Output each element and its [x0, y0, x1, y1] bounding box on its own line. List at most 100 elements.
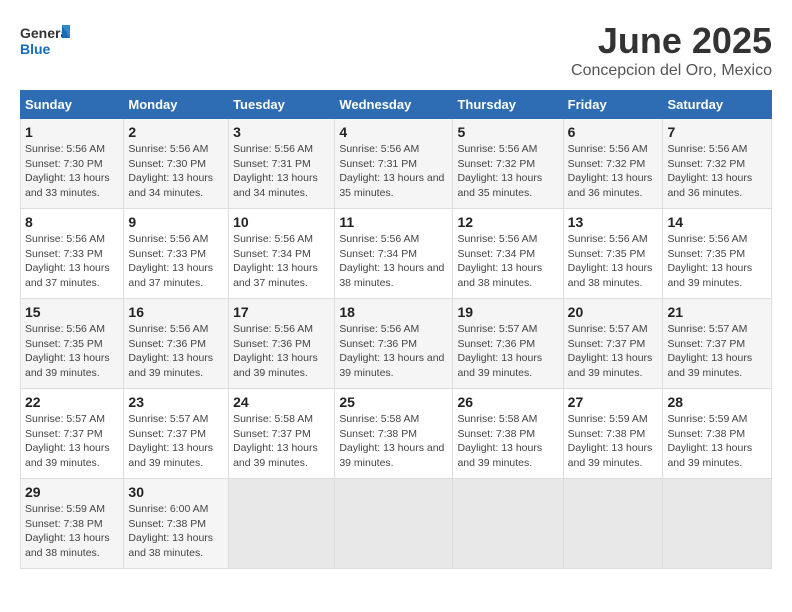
- day-info: Sunrise: 5:57 AMSunset: 7:37 PMDaylight:…: [25, 412, 119, 471]
- day-info: Sunrise: 5:59 AMSunset: 7:38 PMDaylight:…: [25, 502, 119, 561]
- day-number: 3: [233, 124, 330, 140]
- table-row: 4 Sunrise: 5:56 AMSunset: 7:31 PMDaylight…: [335, 119, 453, 209]
- day-number: 27: [568, 394, 659, 410]
- day-number: 1: [25, 124, 119, 140]
- day-info: Sunrise: 5:59 AMSunset: 7:38 PMDaylight:…: [667, 412, 767, 471]
- day-number: 14: [667, 214, 767, 230]
- day-info: Sunrise: 5:57 AMSunset: 7:37 PMDaylight:…: [667, 322, 767, 381]
- table-row: 17 Sunrise: 5:56 AMSunset: 7:36 PMDayligh…: [229, 299, 335, 389]
- table-row: 21 Sunrise: 5:57 AMSunset: 7:37 PMDayligh…: [663, 299, 772, 389]
- table-row: 16 Sunrise: 5:56 AMSunset: 7:36 PMDayligh…: [124, 299, 229, 389]
- table-row: 18Sunrise: 5:56 AMSunset: 7:36 PMDayligh…: [335, 299, 453, 389]
- table-row: 23 Sunrise: 5:57 AMSunset: 7:37 PMDayligh…: [124, 389, 229, 479]
- day-info: Sunrise: 5:56 AMSunset: 7:36 PMDaylight:…: [339, 322, 448, 381]
- day-info: Sunrise: 5:56 AMSunset: 7:36 PMDaylight:…: [233, 322, 330, 381]
- table-row: 11Sunrise: 5:56 AMSunset: 7:34 PMDayligh…: [335, 209, 453, 299]
- title-section: June 2025 Concepcion del Oro, Mexico: [571, 20, 772, 80]
- day-info: Sunrise: 5:56 AMSunset: 7:34 PMDaylight:…: [457, 232, 558, 291]
- main-title: June 2025: [571, 20, 772, 62]
- calendar-week-row: 1 Sunrise: 5:56 AMSunset: 7:30 PMDaylight…: [21, 119, 772, 209]
- day-number: 20: [568, 304, 659, 320]
- day-number: 28: [667, 394, 767, 410]
- table-row: 9Sunrise: 5:56 AMSunset: 7:33 PMDaylight…: [124, 209, 229, 299]
- table-row: 8Sunrise: 5:56 AMSunset: 7:33 PMDaylight…: [21, 209, 124, 299]
- day-info: Sunrise: 5:56 AMSunset: 7:35 PMDaylight:…: [25, 322, 119, 381]
- day-number: 11: [339, 214, 448, 230]
- table-row: 25 Sunrise: 5:58 AMSunset: 7:38 PMDayligh…: [335, 389, 453, 479]
- day-info: Sunrise: 5:58 AMSunset: 7:38 PMDaylight:…: [457, 412, 558, 471]
- table-row: 29 Sunrise: 5:59 AMSunset: 7:38 PMDayligh…: [21, 479, 124, 569]
- day-number: 5: [457, 124, 558, 140]
- calendar-week-row: 29 Sunrise: 5:59 AMSunset: 7:38 PMDayligh…: [21, 479, 772, 569]
- calendar-week-row: 15Sunrise: 5:56 AMSunset: 7:35 PMDayligh…: [21, 299, 772, 389]
- day-number: 23: [128, 394, 224, 410]
- table-row: [663, 479, 772, 569]
- day-info: Sunrise: 5:56 AMSunset: 7:35 PMDaylight:…: [568, 232, 659, 291]
- day-info: Sunrise: 5:57 AMSunset: 7:36 PMDaylight:…: [457, 322, 558, 381]
- logo-graphic: General Blue: [20, 20, 70, 70]
- day-number: 29: [25, 484, 119, 500]
- calendar-week-row: 8Sunrise: 5:56 AMSunset: 7:33 PMDaylight…: [21, 209, 772, 299]
- day-number: 6: [568, 124, 659, 140]
- day-number: 8: [25, 214, 119, 230]
- table-row: 22Sunrise: 5:57 AMSunset: 7:37 PMDayligh…: [21, 389, 124, 479]
- table-row: 3 Sunrise: 5:56 AMSunset: 7:31 PMDaylight…: [229, 119, 335, 209]
- day-number: 9: [128, 214, 224, 230]
- day-info: Sunrise: 5:56 AMSunset: 7:31 PMDaylight:…: [339, 142, 448, 201]
- table-row: 26 Sunrise: 5:58 AMSunset: 7:38 PMDayligh…: [453, 389, 563, 479]
- calendar-header-row: Sunday Monday Tuesday Wednesday Thursday…: [21, 91, 772, 119]
- table-row: 1 Sunrise: 5:56 AMSunset: 7:30 PMDaylight…: [21, 119, 124, 209]
- table-row: 2Sunrise: 5:56 AMSunset: 7:30 PMDaylight…: [124, 119, 229, 209]
- day-number: 26: [457, 394, 558, 410]
- subtitle: Concepcion del Oro, Mexico: [571, 62, 772, 80]
- day-number: 10: [233, 214, 330, 230]
- col-monday: Monday: [124, 91, 229, 119]
- table-row: 19 Sunrise: 5:57 AMSunset: 7:36 PMDayligh…: [453, 299, 563, 389]
- day-info: Sunrise: 5:57 AMSunset: 7:37 PMDaylight:…: [568, 322, 659, 381]
- table-row: [335, 479, 453, 569]
- table-row: 27Sunrise: 5:59 AMSunset: 7:38 PMDayligh…: [563, 389, 663, 479]
- day-number: 17: [233, 304, 330, 320]
- table-row: 30Sunrise: 6:00 AMSunset: 7:38 PMDayligh…: [124, 479, 229, 569]
- day-info: Sunrise: 5:56 AMSunset: 7:32 PMDaylight:…: [457, 142, 558, 201]
- day-info: Sunrise: 5:57 AMSunset: 7:37 PMDaylight:…: [128, 412, 224, 471]
- day-number: 16: [128, 304, 224, 320]
- col-friday: Friday: [563, 91, 663, 119]
- table-row: 15Sunrise: 5:56 AMSunset: 7:35 PMDayligh…: [21, 299, 124, 389]
- day-number: 19: [457, 304, 558, 320]
- table-row: 10 Sunrise: 5:56 AMSunset: 7:34 PMDayligh…: [229, 209, 335, 299]
- calendar-week-row: 22Sunrise: 5:57 AMSunset: 7:37 PMDayligh…: [21, 389, 772, 479]
- table-row: 5 Sunrise: 5:56 AMSunset: 7:32 PMDaylight…: [453, 119, 563, 209]
- table-row: 14 Sunrise: 5:56 AMSunset: 7:35 PMDayligh…: [663, 209, 772, 299]
- table-row: 28 Sunrise: 5:59 AMSunset: 7:38 PMDayligh…: [663, 389, 772, 479]
- day-info: Sunrise: 5:56 AMSunset: 7:36 PMDaylight:…: [128, 322, 224, 381]
- day-number: 21: [667, 304, 767, 320]
- table-row: 7Sunrise: 5:56 AMSunset: 7:32 PMDaylight…: [663, 119, 772, 209]
- col-sunday: Sunday: [21, 91, 124, 119]
- col-tuesday: Tuesday: [229, 91, 335, 119]
- day-info: Sunrise: 5:56 AMSunset: 7:32 PMDaylight:…: [667, 142, 767, 201]
- table-row: [229, 479, 335, 569]
- day-info: Sunrise: 5:56 AMSunset: 7:32 PMDaylight:…: [568, 142, 659, 201]
- calendar-body: 1 Sunrise: 5:56 AMSunset: 7:30 PMDaylight…: [21, 119, 772, 569]
- day-number: 4: [339, 124, 448, 140]
- day-info: Sunrise: 5:58 AMSunset: 7:38 PMDaylight:…: [339, 412, 448, 471]
- calendar-table: Sunday Monday Tuesday Wednesday Thursday…: [20, 90, 772, 569]
- table-row: 13 Sunrise: 5:56 AMSunset: 7:35 PMDayligh…: [563, 209, 663, 299]
- logo: General Blue: [20, 20, 70, 70]
- day-info: Sunrise: 5:56 AMSunset: 7:30 PMDaylight:…: [25, 142, 119, 201]
- table-row: 6 Sunrise: 5:56 AMSunset: 7:32 PMDaylight…: [563, 119, 663, 209]
- day-number: 24: [233, 394, 330, 410]
- day-info: Sunrise: 5:56 AMSunset: 7:34 PMDaylight:…: [233, 232, 330, 291]
- day-info: Sunrise: 5:56 AMSunset: 7:35 PMDaylight:…: [667, 232, 767, 291]
- table-row: [453, 479, 563, 569]
- day-number: 13: [568, 214, 659, 230]
- day-number: 30: [128, 484, 224, 500]
- day-info: Sunrise: 5:56 AMSunset: 7:31 PMDaylight:…: [233, 142, 330, 201]
- day-number: 25: [339, 394, 448, 410]
- table-row: 24Sunrise: 5:58 AMSunset: 7:37 PMDayligh…: [229, 389, 335, 479]
- day-info: Sunrise: 5:56 AMSunset: 7:30 PMDaylight:…: [128, 142, 224, 201]
- table-row: 20 Sunrise: 5:57 AMSunset: 7:37 PMDayligh…: [563, 299, 663, 389]
- page-header: General Blue June 2025 Concepcion del Or…: [20, 20, 772, 80]
- svg-text:Blue: Blue: [20, 41, 51, 57]
